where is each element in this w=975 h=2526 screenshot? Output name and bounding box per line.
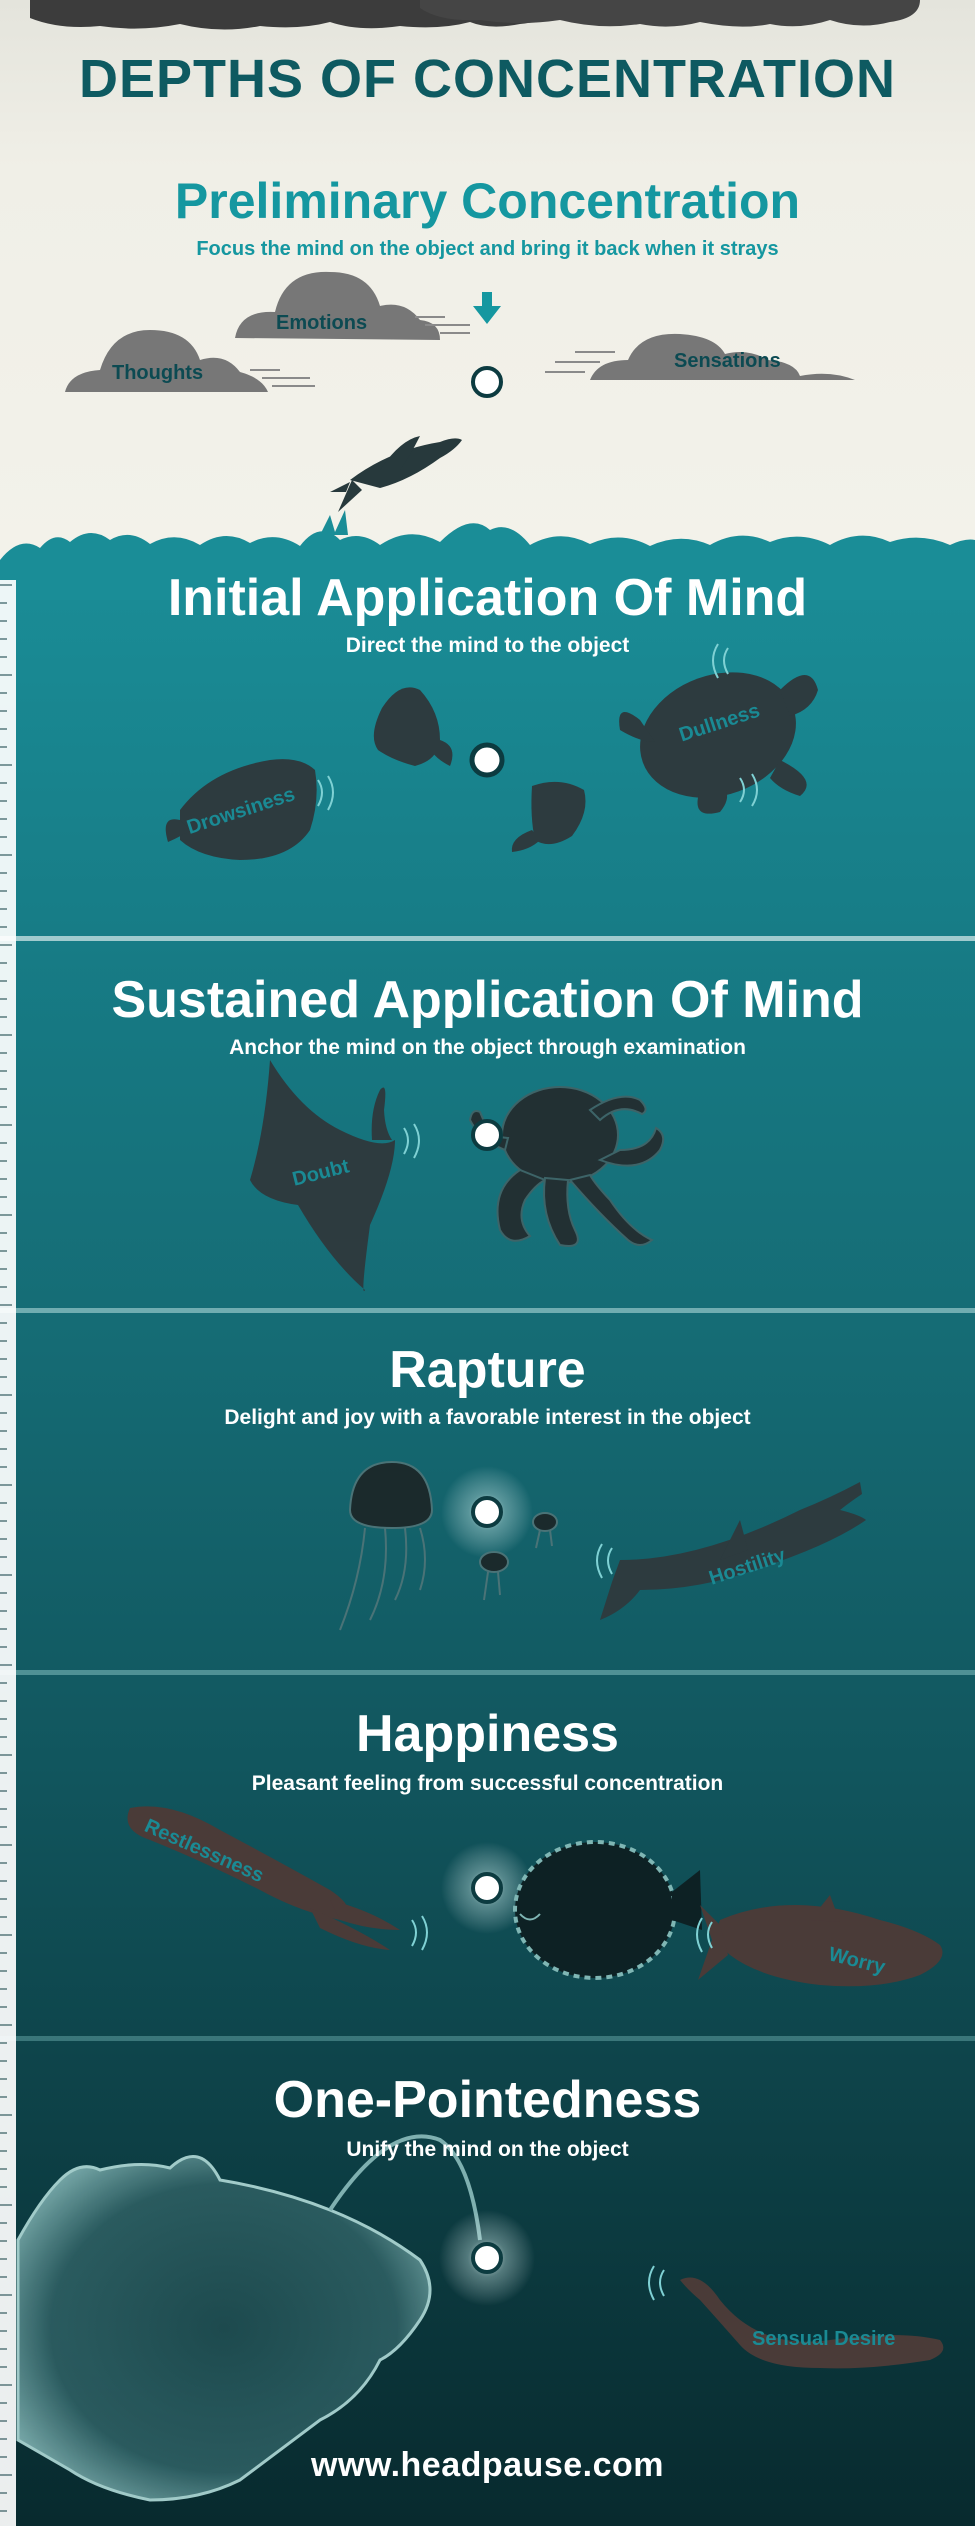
- section-subtitle-happiness: Pleasant feeling from successful concent…: [251, 1772, 724, 1795]
- object-circle-icon: [471, 2242, 503, 2274]
- page-title: DEPTHS OF CONCENTRATION: [79, 49, 896, 109]
- section-subtitle-preliminary: Focus the mind on the object and bring i…: [196, 238, 779, 260]
- section-subtitle-rapture: Delight and joy with a favorable interes…: [224, 1406, 751, 1429]
- label-sensations: Sensations: [674, 350, 781, 372]
- object-circle-icon: [471, 1119, 503, 1151]
- label-sensual-desire: Sensual Desire: [752, 2328, 896, 2350]
- label-emotions: Emotions: [276, 312, 368, 334]
- section-title-preliminary: Preliminary Concentration: [174, 173, 801, 229]
- label-thoughts: Thoughts: [112, 362, 204, 384]
- object-circle-icon: [471, 1872, 503, 1904]
- footer-url[interactable]: www.headpause.com: [0, 2446, 975, 2485]
- section-subtitle-initial: Direct the mind to the object: [345, 634, 630, 657]
- object-circle-icon: [471, 366, 503, 398]
- section-title-sustained: Sustained Application Of Mind: [111, 971, 864, 1029]
- section-title-happiness: Happiness: [356, 1705, 619, 1763]
- section-subtitle-sustained: Anchor the mind on the object through ex…: [229, 1036, 746, 1059]
- object-circle-icon: [471, 1496, 503, 1528]
- infographic: DEPTHS OF CONCENTRATION Preliminary Conc…: [0, 0, 975, 2526]
- section-title-initial: Initial Application Of Mind: [167, 569, 808, 627]
- section-subtitle-one-pointedness: Unify the mind on the object: [346, 2138, 629, 2161]
- section-title-rapture: Rapture: [389, 1341, 586, 1399]
- object-circle-icon: [469, 742, 505, 778]
- section-title-one-pointedness: One-Pointedness: [273, 2071, 702, 2129]
